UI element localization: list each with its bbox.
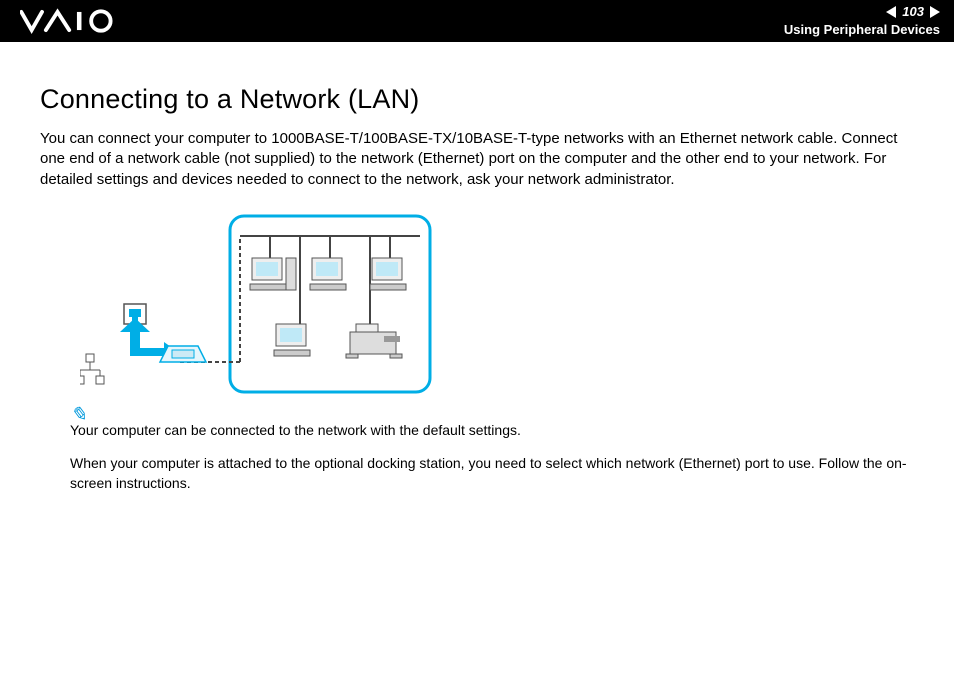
- note-line-1: Your computer can be connected to the ne…: [70, 421, 924, 441]
- page-content: Connecting to a Network (LAN) You can co…: [0, 42, 954, 494]
- next-page-icon[interactable]: [930, 6, 940, 18]
- intro-paragraph: You can connect your computer to 1000BAS…: [40, 129, 924, 190]
- header-bar: 103 Using Peripheral Devices: [0, 0, 954, 42]
- network-diagram: [80, 214, 924, 399]
- prev-page-icon[interactable]: [886, 6, 896, 18]
- lan-symbol-icon: [80, 354, 104, 384]
- note-line-2: When your computer is attached to the op…: [70, 454, 924, 493]
- page-title: Connecting to a Network (LAN): [40, 84, 924, 115]
- section-title: Using Peripheral Devices: [784, 22, 940, 37]
- printer-icon: [346, 324, 402, 358]
- note-icon: ✎: [70, 401, 87, 429]
- laptop-icon: [160, 346, 206, 362]
- vaio-logo: [20, 6, 130, 36]
- desktop-icon: [250, 258, 296, 290]
- page-nav: 103: [886, 4, 940, 19]
- note-block: ✎ Your computer can be connected to the …: [70, 421, 924, 494]
- page-number: 103: [902, 4, 924, 19]
